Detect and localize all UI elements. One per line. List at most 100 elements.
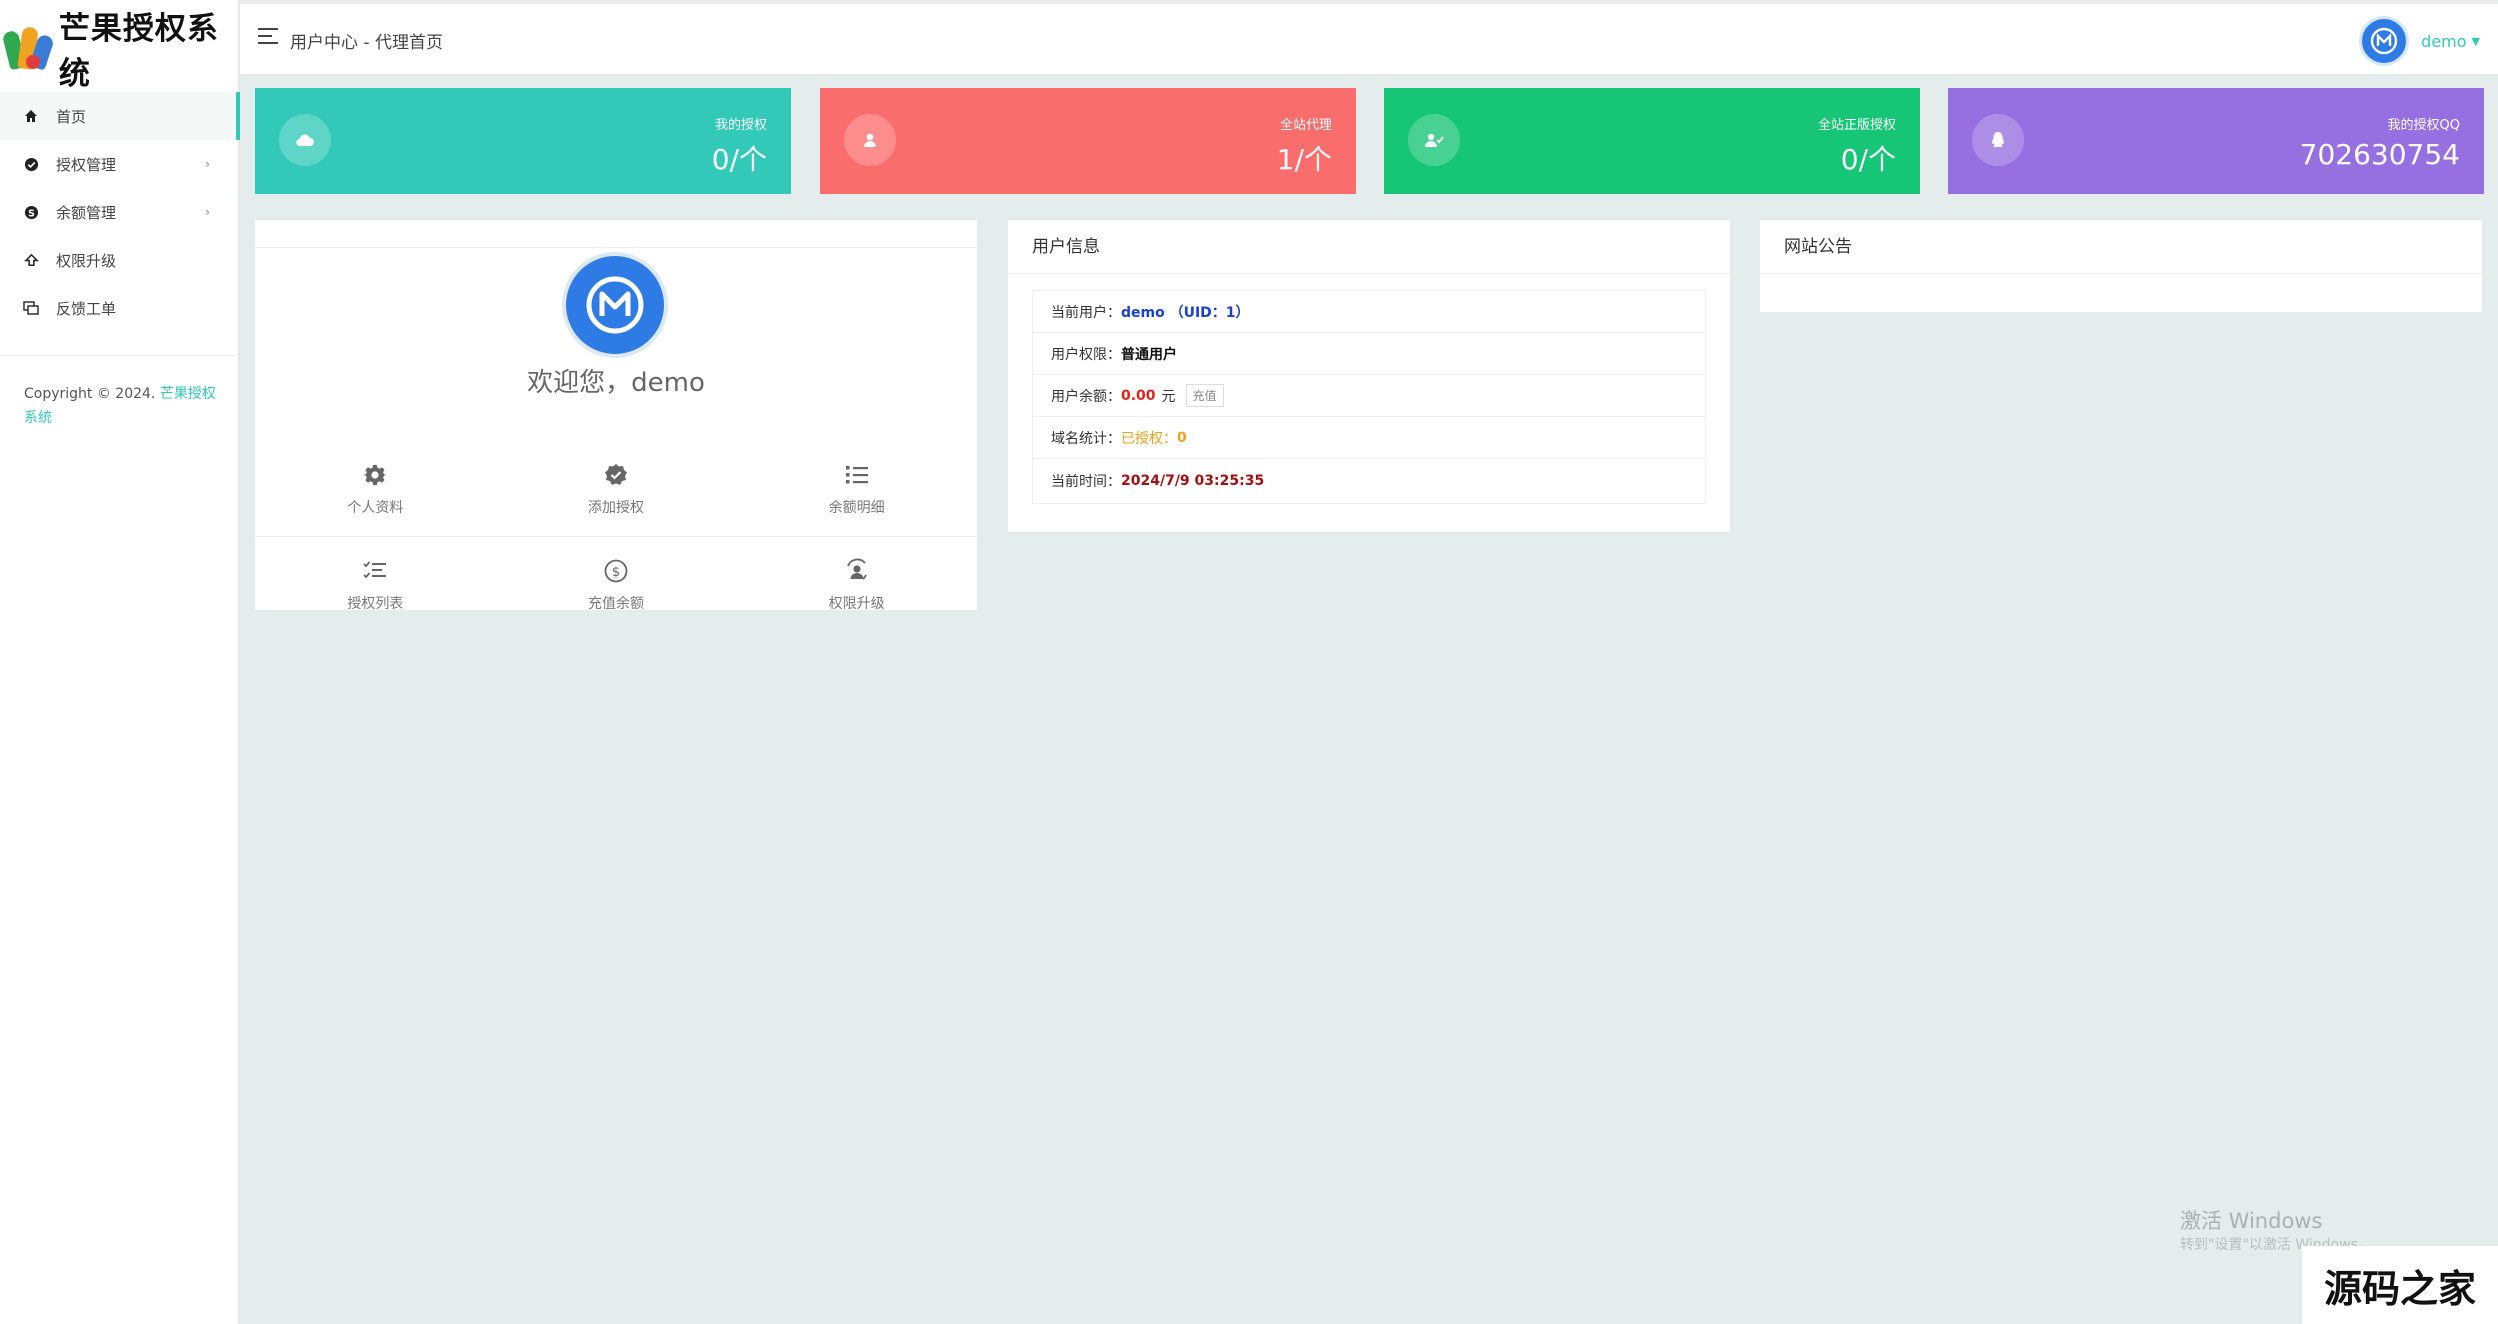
quick-link-upgrade[interactable]: 权限升级 [736, 537, 977, 632]
quick-links-row: 授权列表 $ 充值余额 权限升级 [255, 537, 977, 632]
stat-card-my-auth: 我的授权 0/个 [255, 88, 791, 194]
sidebar-item-label: 反馈工单 [56, 299, 117, 318]
breadcrumb: 用户中心 - 代理首页 [290, 33, 443, 53]
info-row-domain: 域名统计： 已授权： 0 [1033, 417, 1705, 459]
quick-link-recharge[interactable]: $ 充值余额 [496, 537, 737, 632]
stat-value: 0/个 [1840, 143, 1896, 176]
sidebar-item-label: 余额管理 [56, 203, 117, 222]
app-logo[interactable]: 芒果授权系统 [1, 11, 238, 92]
stat-label: 全站正版授权 [1817, 118, 1896, 133]
profile-avatar [562, 252, 668, 358]
time-value: 2024/7/9 03:25:35 [1121, 473, 1265, 489]
avatar[interactable] [2359, 16, 2410, 66]
user-refresh-icon [843, 557, 871, 585]
quick-link-label: 添加授权 [588, 500, 644, 516]
copyright-text: Copyright © 2024. [24, 386, 156, 402]
notice-card: 网站公告 [1760, 220, 2482, 312]
quick-link-label: 个人资料 [347, 500, 404, 516]
home-icon [22, 107, 40, 125]
stat-label: 我的授权 [714, 118, 767, 133]
quick-link-label: 授权列表 [347, 595, 404, 612]
sidebar-item-balance-management[interactable]: S 余额管理 › [0, 188, 240, 236]
verified-icon [22, 155, 40, 173]
stat-value: 702630754 [2299, 138, 2460, 171]
info-label: 用户权限： [1051, 346, 1121, 363]
ticket-icon [22, 299, 40, 317]
info-label: 当前时间： [1051, 474, 1121, 490]
gear-icon [361, 461, 389, 489]
quick-links: 个人资料 添加授权 余额明细 授权列表 $ 充值余额 权限升级 [255, 442, 977, 632]
sidebar-item-auth-management[interactable]: 授权管理 › [0, 140, 240, 188]
user-menu[interactable]: demo ▼ [2359, 16, 2480, 66]
user-icon [844, 114, 896, 166]
current-user-value: demo （UID：1） [1121, 304, 1250, 321]
site-watermark: 源码之家 [2302, 1246, 2498, 1324]
svg-text:S: S [28, 208, 35, 219]
sidebar-item-label: 权限升级 [56, 251, 117, 270]
qq-icon [1972, 114, 2024, 166]
user-info-card: 用户信息 当前用户： demo （UID：1） 用户权限： 普通用户 用户余额：… [1008, 220, 1730, 532]
copyright: Copyright © 2024. 芒果授权系统 [24, 382, 220, 430]
upgrade-icon [22, 251, 40, 269]
balance-value: 0.00 [1121, 387, 1156, 404]
verified-badge-icon [602, 461, 630, 489]
stat-value: 0/个 [711, 143, 767, 176]
info-label: 用户余额： [1051, 388, 1121, 405]
notice-title: 网站公告 [1760, 220, 2482, 274]
svg-text:$: $ [612, 565, 620, 580]
sidebar-menu: 首页 授权管理 › S 余额管理 › 权限升级 反馈工单 [0, 92, 240, 332]
user-info-table: 当前用户： demo （UID：1） 用户权限： 普通用户 用户余额： 0.00… [1032, 290, 1706, 504]
caret-down-icon[interactable]: ▼ [2472, 35, 2480, 48]
balance-unit: 元 [1161, 388, 1176, 405]
user-name[interactable]: demo [2421, 32, 2466, 51]
info-row-permission: 用户权限： 普通用户 [1033, 333, 1705, 375]
menu-toggle-icon[interactable] [258, 28, 278, 44]
quick-link-label: 充值余额 [588, 595, 644, 612]
cloud-icon [279, 114, 331, 166]
dollar-icon: $ [602, 557, 630, 585]
sidebar-item-label: 授权管理 [56, 155, 117, 174]
quick-link-label: 权限升级 [828, 595, 885, 612]
stat-value: 1/个 [1276, 143, 1332, 176]
info-row-current-user: 当前用户： demo （UID：1） [1033, 291, 1705, 333]
stat-card-auth-qq: 我的授权QQ 702630754 [1948, 88, 2484, 194]
skype-icon: S [22, 203, 40, 221]
app-title: 芒果授权系统 [58, 11, 219, 92]
chevron-right-icon: › [205, 157, 210, 171]
quick-link-add-auth[interactable]: 添加授权 [496, 442, 737, 536]
stat-card-site-agents: 全站代理 1/个 [820, 88, 1356, 194]
sidebar-divider [0, 355, 238, 356]
sidebar-item-upgrade[interactable]: 权限升级 [0, 236, 240, 284]
user-check-icon [1408, 114, 1460, 166]
quick-link-auth-list[interactable]: 授权列表 [255, 537, 496, 632]
info-label: 当前用户： [1051, 304, 1121, 321]
stat-card-genuine-auth: 全站正版授权 0/个 [1384, 88, 1920, 194]
sidebar-item-label: 首页 [56, 107, 87, 126]
logo-icon [1, 25, 55, 71]
quick-links-row: 个人资料 添加授权 余额明细 [255, 442, 977, 537]
welcome-text: 欢迎您，demo [527, 368, 705, 398]
permission-value: 普通用户 [1121, 346, 1177, 363]
sidebar: 芒果授权系统 首页 授权管理 › S 余额管理 › 权限升级 反馈工单 Copy… [0, 0, 240, 1324]
quick-link-profile[interactable]: 个人资料 [255, 442, 496, 536]
info-row-time: 当前时间： 2024/7/9 03:25:35 [1033, 459, 1705, 503]
sidebar-item-feedback[interactable]: 反馈工单 [0, 284, 240, 332]
domain-count: 0 [1177, 429, 1187, 446]
chevron-right-icon: › [205, 205, 210, 219]
stat-label: 全站代理 [1279, 118, 1332, 133]
quick-link-balance-detail[interactable]: 余额明细 [736, 442, 977, 536]
recharge-button[interactable]: 充值 [1185, 384, 1224, 407]
checklist-icon [361, 557, 389, 585]
quick-link-label: 余额明细 [828, 500, 885, 516]
sidebar-item-home[interactable]: 首页 [0, 92, 240, 140]
profile-card-header [255, 220, 977, 248]
profile-card: 欢迎您，demo 个人资料 添加授权 余额明细 授权列表 $ 充值余额 权限升级 [255, 220, 977, 612]
info-row-balance: 用户余额： 0.00 元 充值 [1033, 375, 1705, 417]
domain-value: 已授权： [1121, 430, 1177, 447]
app-root: 芒果授权系统 首页 授权管理 › S 余额管理 › 权限升级 反馈工单 Copy… [0, 0, 2498, 1324]
windows-activation-title: 激活 Windows [2180, 1209, 2323, 1233]
info-label: 域名统计： [1051, 430, 1121, 447]
user-info-title: 用户信息 [1008, 220, 1730, 274]
list-icon [843, 461, 871, 489]
topbar: 用户中心 - 代理首页 demo ▼ [240, 0, 2498, 74]
